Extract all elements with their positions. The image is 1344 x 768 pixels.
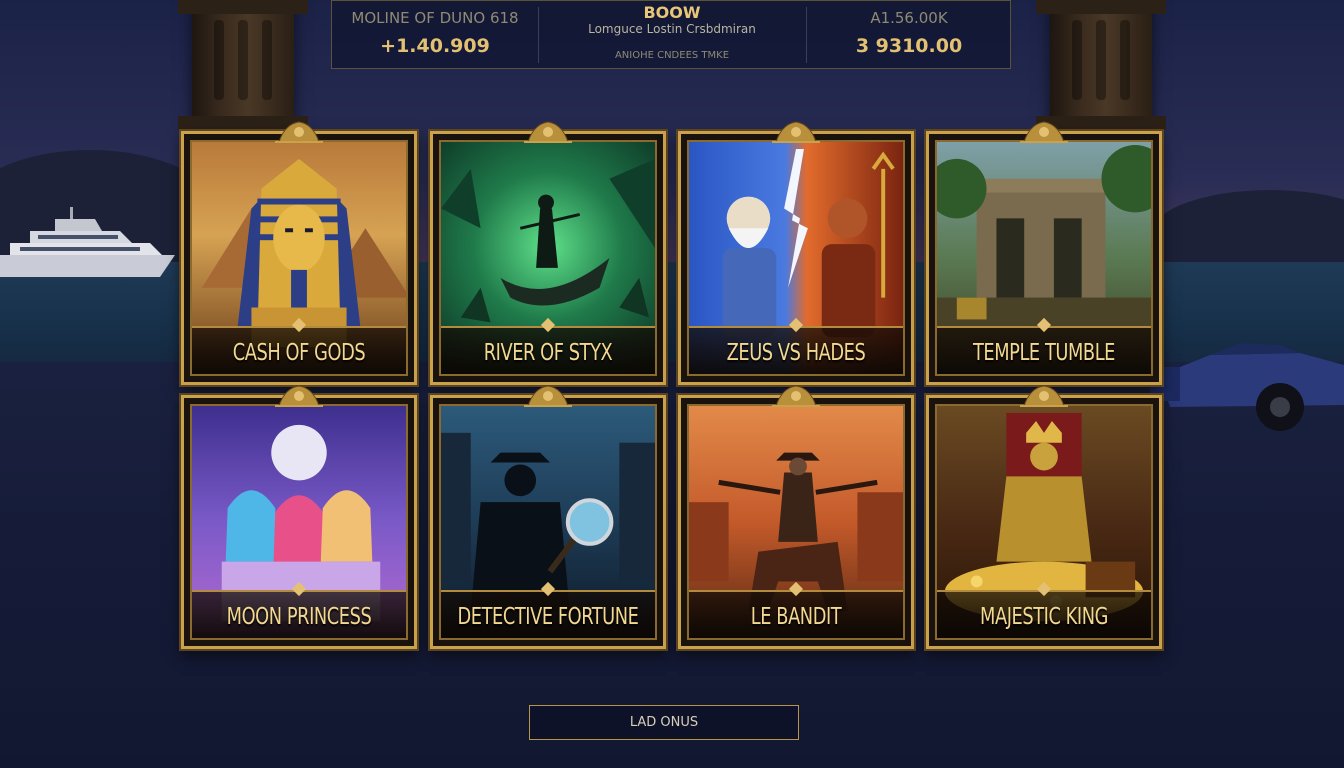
load-bonus-button[interactable]: LAD ONUS [529,705,799,740]
ornament-crest-icon [772,121,820,143]
game-card-frame: MAJESTIC KING [935,404,1153,640]
game-card[interactable]: ZEUS VS HADES [678,121,914,385]
yacht-icon [0,207,175,277]
stat-left-value: +1.40.909 [380,35,490,57]
stats-panel: MOLINE OF DUNO 618 +1.40.909 BOOW Lomguc… [331,0,1011,69]
game-card[interactable]: MAJESTIC KING [926,385,1162,649]
game-title: MOON PRINCESS [226,604,372,630]
stat-right-value: 3 9310.00 [855,35,963,57]
game-card[interactable]: MOON PRINCESS [181,385,417,649]
game-title: ZEUS VS HADES [726,340,866,366]
ornament-crest-icon [524,385,572,407]
right-pillar [1036,0,1166,130]
race-car-icon [1150,343,1344,431]
game-card-frame: DETECTIVE FORTUNE [439,404,657,640]
center-subtitle: Lomguce Lostin Crsbdmiran [588,22,756,36]
game-title: DETECTIVE FORTUNE [457,604,639,630]
ornament-crest-icon [524,121,572,143]
ornament-crest-icon [1020,385,1068,407]
game-card-frame: TEMPLE TUMBLE [935,140,1153,376]
game-card-frame: LE BANDIT [687,404,905,640]
game-card-frame: ZEUS VS HADES [687,140,905,376]
stat-left: MOLINE OF DUNO 618 +1.40.909 [332,9,538,57]
game-title: LE BANDIT [750,604,842,630]
game-title: TEMPLE TUMBLE [972,340,1116,366]
ornament-crest-icon [275,121,323,143]
game-title: CASH OF GODS [232,340,366,366]
ornament-crest-icon [1020,121,1068,143]
ornament-crest-icon [275,385,323,407]
game-card-frame: RIVER OF STYX [439,140,657,376]
game-card[interactable]: TEMPLE TUMBLE [926,121,1162,385]
game-card-frame: CASH OF GODS [190,140,408,376]
game-card[interactable]: RIVER OF STYX [430,121,666,385]
game-title: RIVER OF STYX [483,340,613,366]
stat-right: A1.56.00K 3 9310.00 [806,9,1012,57]
game-card[interactable]: LE BANDIT [678,385,914,649]
stat-right-label: A1.56.00K [870,9,948,27]
center-small-text: ANIOHE CNDEES TMKE [614,50,730,61]
game-card[interactable]: DETECTIVE FORTUNE [430,385,666,649]
stat-center: BOOW Lomguce Lostin Crsbdmiran ANIOHE CN… [538,3,806,61]
left-pillar [178,0,308,130]
game-card[interactable]: CASH OF GODS [181,121,417,385]
game-card-frame: MOON PRINCESS [190,404,408,640]
game-title: MAJESTIC KING [980,604,1108,630]
center-title: BOOW [643,3,701,22]
stat-left-label: MOLINE OF DUNO 618 [351,9,519,27]
ornament-crest-icon [772,385,820,407]
